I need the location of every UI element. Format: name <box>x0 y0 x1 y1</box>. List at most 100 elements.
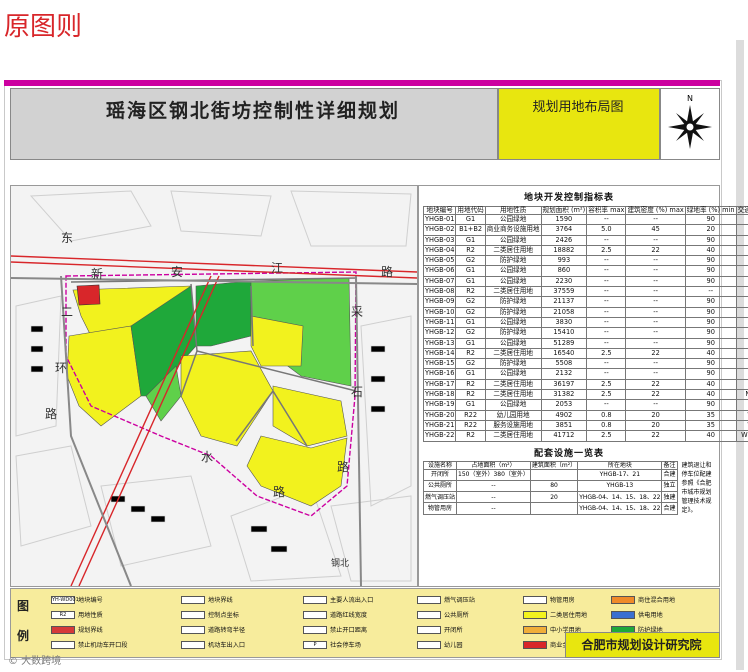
map-label-shui: 水 <box>201 450 213 464</box>
map-label-lu: 路 <box>45 406 57 421</box>
control-table-cell: 公园绿地 <box>484 399 542 411</box>
control-table-header: 容积率 max <box>586 206 627 215</box>
control-table-header: 用地代码 <box>455 206 486 215</box>
facility-table-header: 设施名称 <box>422 460 458 470</box>
facility-table-cell <box>529 468 579 482</box>
control-table-cell: YHGB-15 <box>422 358 457 370</box>
facility-table-cell: 独立 <box>661 480 678 493</box>
control-table-cell: YHGB-19 <box>422 399 457 411</box>
legend-item: 禁止开口距离 <box>303 625 367 634</box>
residential-parcel-18 <box>272 385 348 447</box>
control-table-row: YHGB-16G1公园绿地2132----90-- <box>422 368 748 380</box>
control-table-cell: 公园绿地 <box>484 368 542 380</box>
control-table-cell: 二类居住用地 <box>484 430 542 442</box>
control-table-cell: W N <box>735 419 748 432</box>
control-table-cell: G1 <box>455 316 486 329</box>
control-table-row: YHGB-13G1公园绿地51289----90-- <box>422 337 748 349</box>
control-table-cell: -- <box>735 275 748 288</box>
facility-table-cell: 公共厕所 <box>422 480 458 493</box>
control-table-cell: -- <box>735 368 748 380</box>
facility-table-cell: 150（室外）380（室外） <box>456 468 531 482</box>
control-table-cell: 993 <box>540 255 588 267</box>
legend-item: 二类居住用地 <box>523 610 587 619</box>
facility-table: 设施名称 占地面积（m²） 建筑面积（m²） 所在地块 备注 开闭所 150（室外）380… <box>422 460 678 515</box>
control-table-cell: YHGB-18 <box>422 389 457 401</box>
facility-table-cell: -- <box>456 502 531 515</box>
facility-table-header: 备注 <box>661 460 678 470</box>
land-use-map[interactable]: 东 二 环 路 新 安 江 路 采 石 路 水 路 钢北 <box>10 185 418 587</box>
facility-table-cell: 20 <box>529 491 579 504</box>
control-table-row: YHGB-19G1公园绿地2053----90-- <box>422 399 748 411</box>
facility-table-cell: YHGB-17、21 <box>577 468 663 482</box>
control-table-cell: YHGB-01 <box>422 213 457 226</box>
control-table-cell: W N E S <box>735 430 748 442</box>
control-table-cell: E S <box>735 224 748 236</box>
legend-item: 道路红线宽度 <box>303 610 367 619</box>
control-table-cell: 90 <box>684 234 737 246</box>
control-table-row: YHGB-14R2二类居住用地165402.52240S <box>422 347 748 360</box>
control-table-cell: -- <box>625 296 686 308</box>
control-table-cell: G1 <box>455 265 486 277</box>
control-table-cell: 35 <box>684 419 737 432</box>
map-label-gangbei: 钢北 <box>331 557 349 569</box>
facility-table-cell: 燃气调压站 <box>422 491 458 504</box>
legend-swatch <box>303 610 327 619</box>
legend-label-2: 例 <box>17 629 30 643</box>
control-table-cell: 21137 <box>540 296 588 308</box>
control-table-cell: YHGB-11 <box>422 316 457 329</box>
north-arrow-icon: N <box>668 94 712 149</box>
control-table-cell: 90 <box>684 275 737 288</box>
control-table-cell: 二类居住用地 <box>484 378 542 391</box>
facility-table-row: 开闭所 150（室外）380（室外） YHGB-17、21 合建 <box>422 468 678 482</box>
control-table-cell: -- <box>735 327 748 339</box>
control-table: 地块编号 用地代码 用地性质 规划面积 (m²) 容积率 max 建筑密度 (%) max… <box>422 206 748 442</box>
legend-text: 燃气调压站 <box>444 597 475 604</box>
control-table-cell: 2132 <box>540 368 588 380</box>
facility-table-header: 占地面积（m²） <box>456 460 531 470</box>
control-table-cell: -- <box>625 213 686 226</box>
facility-table-cell: YHGB-04、14、15、18、22 <box>577 491 663 504</box>
control-table-cell: G2 <box>455 306 486 318</box>
control-table-cell: YHGB-17 <box>422 378 457 391</box>
legend-swatch <box>181 610 205 619</box>
legend-item: 开闭所 <box>417 625 463 634</box>
control-table-cell: YHGB-10 <box>422 306 457 318</box>
control-table-cell: -- <box>625 265 686 277</box>
control-table-cell: -- <box>586 358 627 370</box>
control-table-cell: 90 <box>684 327 737 339</box>
control-table-cell: 31382 <box>540 389 588 401</box>
facility-table-cell: 合建 <box>661 468 678 482</box>
commercial-parcel-02 <box>76 284 101 306</box>
control-table-row: YHGB-15G2防护绿地5508----90-- <box>422 358 748 370</box>
control-table-cell: 90 <box>684 213 737 226</box>
control-table-cell: -- <box>625 306 686 318</box>
control-table-header: 交通出入口 <box>735 206 748 215</box>
control-table-cell: -- <box>625 234 686 246</box>
control-table-row: YHGB-01G1公园绿地1590----90-- <box>422 213 748 226</box>
control-table-cell: 公园绿地 <box>484 337 542 349</box>
control-table-cell: R22 <box>455 409 486 421</box>
facility-table-header: 建筑面积（m²） <box>529 460 579 470</box>
control-table-cell: 18882 <box>540 244 588 257</box>
control-table-cell: 90 <box>684 368 737 380</box>
control-table-cell: YHGB-08 <box>422 286 457 298</box>
control-table-cell: -- <box>625 337 686 349</box>
control-table-cell: 51289 <box>540 337 588 349</box>
legend-swatch <box>611 595 635 604</box>
control-table-row: YHGB-04R2二类居住用地188822.52240N S <box>422 244 748 257</box>
legend-item: 幼儿园 <box>417 640 463 649</box>
facility-table-cell: YHGB-04、14、15、18、22 <box>577 502 663 515</box>
legend-text: 禁止机动车开口段 <box>78 642 128 649</box>
legend-swatch <box>417 625 441 634</box>
control-table-cell: G2 <box>455 358 486 370</box>
control-table-row: YHGB-10G2防护绿地21058----90-- <box>422 306 748 318</box>
legend-item: 主要人流出入口 <box>303 595 373 604</box>
control-table-title: 地块开发控制指标表 <box>523 193 614 203</box>
map-label-jiang: 江 <box>271 261 283 275</box>
control-table-cell: -- <box>586 368 627 380</box>
control-table-cell: 22 <box>625 347 686 360</box>
legend-text: 地块编号 <box>78 597 103 604</box>
control-table-cell: -- <box>735 286 748 298</box>
control-table-cell: -- <box>625 368 686 380</box>
control-table-cell: 商业商务设施用地 <box>484 224 542 236</box>
